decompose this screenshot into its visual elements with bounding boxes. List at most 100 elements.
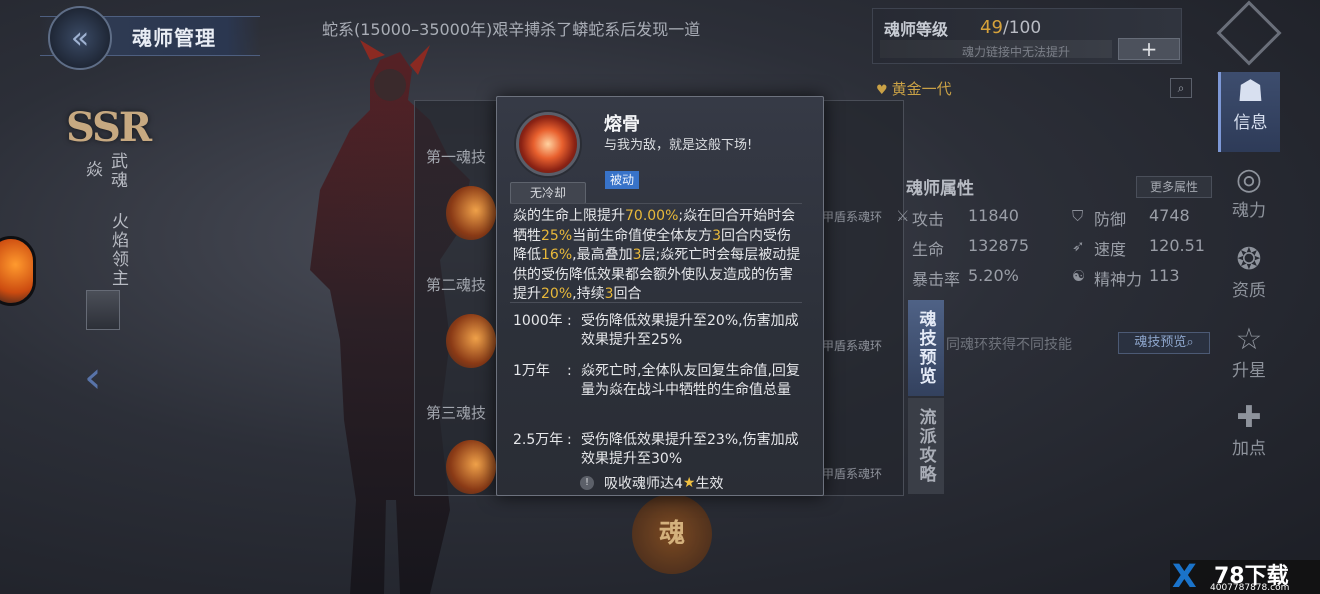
star-icon: ☆	[1235, 322, 1263, 357]
nav-item-label: 加点	[1232, 439, 1266, 459]
requirement-row: ! 吸收魂师达4 ★ 生效	[580, 473, 723, 493]
tooltip-skill-name: 熔骨	[604, 114, 640, 135]
shield-icon: ⛉	[1072, 207, 1084, 225]
level-max: /100	[1003, 18, 1042, 38]
description-text: ,最高叠加	[572, 247, 633, 263]
requirement-suffix: 生效	[695, 476, 724, 492]
upgrade-colon: :	[567, 313, 572, 329]
skill-slot-1-icon[interactable]	[446, 186, 496, 240]
level-add-button[interactable]: +	[1118, 38, 1180, 60]
description-text: 当前生命值使全体友方	[572, 227, 713, 244]
rarity-badge: SSR	[66, 104, 152, 151]
generation-text: 黄金一代	[891, 80, 952, 98]
skill-slot-1-label: 第一魂技	[426, 148, 487, 166]
skill-note: 同魂环获得不同技能	[946, 337, 1072, 353]
skill-preview-button[interactable]: 魂技预览⌕	[1118, 332, 1210, 354]
upgrade-label: 1万年	[513, 363, 550, 379]
stat-label: 攻击	[912, 210, 945, 229]
nav-item-label: 资质	[1232, 281, 1266, 301]
nav-item-power[interactable]: ◎ 魂力	[1218, 160, 1280, 240]
skill-slot-3-ring: 甲盾系魂环	[822, 467, 883, 481]
divider	[510, 302, 802, 303]
requirement-prefix: 吸收魂师达4	[604, 476, 683, 492]
avatar[interactable]	[86, 290, 120, 330]
upgrade-text: 受伤降低效果提升至23%,伤害加成效果提升至30%	[581, 432, 799, 467]
stat-value: 4748	[1149, 206, 1190, 225]
floating-pet-icon[interactable]	[0, 236, 36, 306]
level-label: 魂师等级	[884, 20, 949, 39]
page-title: 魂师管理	[132, 26, 216, 50]
description-text: 焱的生命上限提升	[513, 208, 625, 224]
nav-item-aptitude[interactable]: ❂ 资质	[1218, 240, 1280, 320]
upgrade-colon: :	[567, 363, 572, 379]
mind-icon: ☯	[1072, 267, 1086, 285]
wuhun-emblem: 魂	[632, 494, 712, 574]
upgrade-row: 1万年 : 焱死亡时,全体队友回复生命值,回复量为焱在战斗中牺牲的生命值总量	[513, 362, 803, 400]
upgrade-row: 1000年 : 受伤降低效果提升至20%,伤害加成效果提升至25%	[513, 312, 803, 350]
swirl-icon: ◎	[1235, 162, 1263, 197]
description-text: 回合	[613, 286, 642, 302]
more-attributes-button[interactable]: 更多属性	[1136, 176, 1212, 198]
tab-skill-preview[interactable]: 魂技预览	[908, 300, 944, 396]
stat-label: 生命	[912, 240, 945, 259]
skill-slot-2-ring: 甲盾系魂环	[822, 339, 883, 353]
stat-value: 11840	[968, 206, 1019, 225]
stat-value: 132875	[968, 236, 1030, 255]
upgrade-text: 焱死亡时,全体队友回复生命值,回复量为焱在战斗中牺牲的生命值总量	[581, 363, 800, 398]
highlight-value: 3	[712, 227, 722, 244]
diamond-menu-icon[interactable]	[1216, 0, 1282, 66]
spirit-label: 武魂	[107, 152, 127, 190]
divider	[510, 203, 802, 204]
nav-item-info[interactable]: ☗ 信息	[1218, 72, 1280, 152]
back-button[interactable]: «	[48, 6, 112, 70]
star-icon: ★	[682, 475, 696, 491]
stat-value: 5.20%	[968, 266, 1019, 285]
skill-preview-label: 魂技预览	[1134, 335, 1187, 350]
attack-icon: ⚔	[896, 207, 910, 225]
nav-item-label: 升星	[1232, 361, 1266, 381]
stat-label: 精神力	[1094, 270, 1143, 289]
cooldown-badge: 无冷却	[510, 182, 586, 204]
tab-strategy[interactable]: 流派攻略	[908, 398, 944, 494]
skill-slot-3-label: 第三魂技	[426, 404, 487, 422]
level-hint: 魂力链接中无法提升	[962, 45, 1071, 59]
news-ticker: 蛇系(15000–35000年)艰辛搏杀了蟒蛇系后发现一道	[322, 20, 700, 39]
emblem-icon: ❂	[1236, 242, 1262, 277]
level-current: 49	[980, 17, 1003, 38]
heart-icon: ♥	[876, 83, 888, 98]
stat-value: 113	[1149, 266, 1180, 285]
highlight-value: 16%	[541, 247, 573, 263]
skill-slot-2-icon[interactable]	[446, 314, 496, 368]
highlight-value: 20%	[541, 286, 573, 302]
stat-value: 120.51	[1149, 236, 1205, 255]
previous-arrow-icon[interactable]: ‹	[84, 352, 102, 403]
spirit-name: 火焰领主	[108, 212, 128, 288]
tooltip-description: 焱的生命上限提升70.00%;焱在回合开始时会牺牲25%当前生命值使全体友方3回…	[513, 207, 803, 305]
speed-icon: ➶	[1072, 237, 1085, 255]
nav-item-star[interactable]: ☆ 升星	[1218, 320, 1280, 400]
watermark-logo: X	[1172, 557, 1197, 594]
stat-label: 防御	[1094, 210, 1127, 229]
tooltip-skill-quote: 与我为敌，就是这般下场!	[604, 138, 753, 153]
flame-skill-icon	[516, 112, 580, 176]
upgrade-label: 2.5万年	[513, 432, 564, 448]
upgrade-row: 2.5万年 : 受伤降低效果提升至23%,伤害加成效果提升至30%	[513, 431, 803, 469]
skill-slot-1-ring: 甲盾系魂环	[822, 210, 883, 224]
attributes-title: 魂师属性	[906, 179, 974, 199]
character-name: 焱	[82, 160, 102, 179]
highlight-value: 3	[632, 247, 642, 263]
plus-cross-icon: ✚	[1236, 400, 1262, 435]
description-text: ,持续	[572, 286, 605, 302]
back-arrow-icon: «	[70, 20, 90, 56]
search-icon[interactable]: ⌕	[1170, 78, 1192, 98]
search-icon: ⌕	[1186, 335, 1194, 350]
skill-slot-3-icon[interactable]	[446, 440, 496, 494]
skill-slot-2-label: 第二魂技	[426, 276, 487, 294]
mask-icon: ☗	[1237, 74, 1264, 109]
generation-label: ♥ 黄金一代	[876, 78, 952, 99]
upgrade-colon: :	[567, 432, 572, 448]
highlight-value: 70.00%	[625, 208, 679, 224]
passive-tag: 被动	[605, 171, 639, 189]
highlight-value: 3	[604, 286, 614, 302]
nav-item-points[interactable]: ✚ 加点	[1218, 398, 1280, 478]
